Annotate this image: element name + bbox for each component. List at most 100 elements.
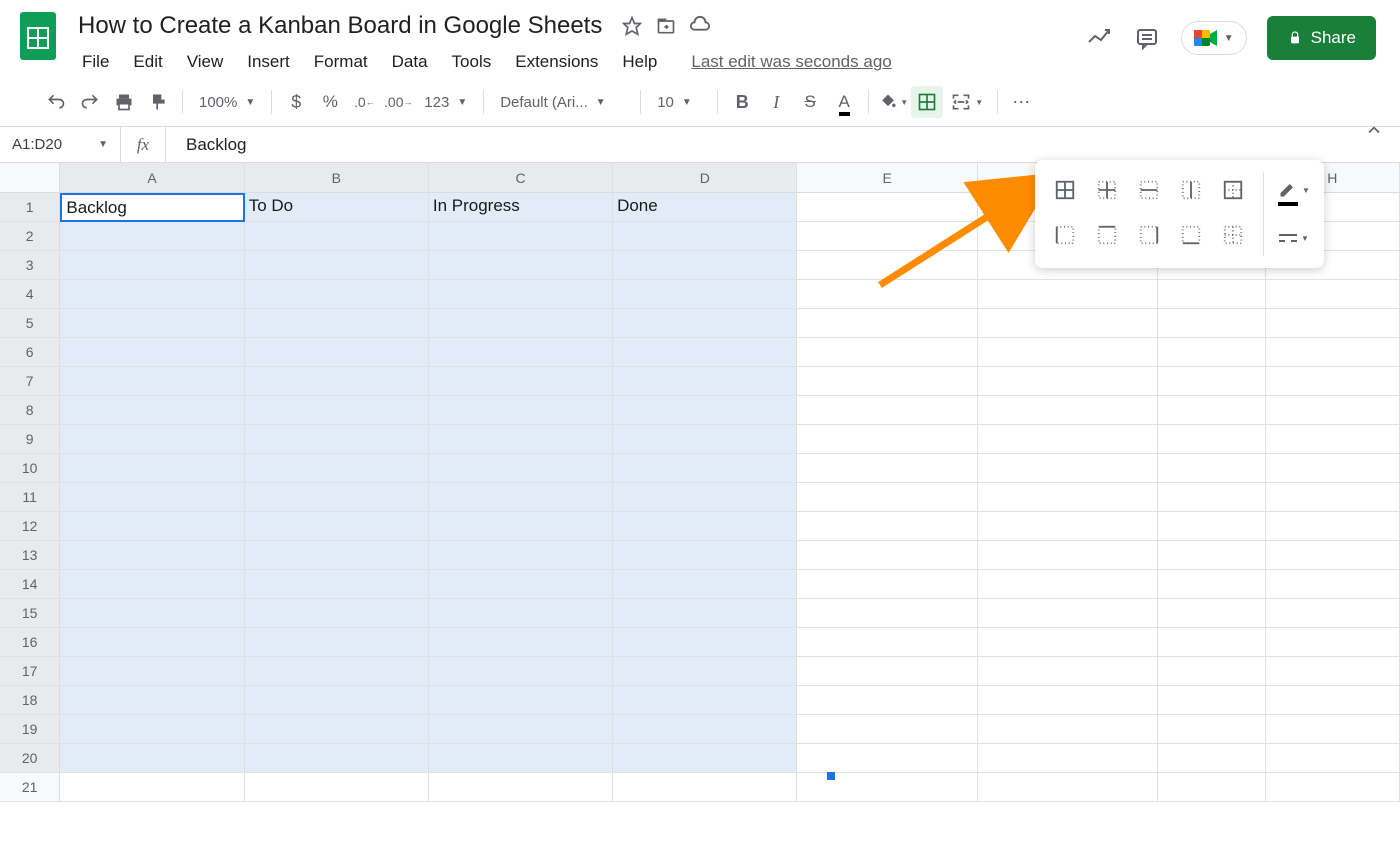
column-header-D[interactable]: D xyxy=(613,163,797,193)
borders-button[interactable] xyxy=(911,86,943,118)
cell-G7[interactable] xyxy=(1158,367,1266,396)
cell-G8[interactable] xyxy=(1158,396,1266,425)
cell-D20[interactable] xyxy=(613,744,797,773)
cloud-status-icon[interactable] xyxy=(688,14,712,38)
cell-B13[interactable] xyxy=(245,541,429,570)
border-inner[interactable] xyxy=(1089,172,1125,208)
column-header-C[interactable]: C xyxy=(429,163,613,193)
share-button[interactable]: Share xyxy=(1267,16,1376,60)
move-icon[interactable] xyxy=(654,14,678,38)
menu-help[interactable]: Help xyxy=(612,46,667,78)
cell-C17[interactable] xyxy=(429,657,613,686)
row-header-2[interactable]: 2 xyxy=(0,222,60,251)
cell-E19[interactable] xyxy=(797,715,977,744)
more-button[interactable]: ⋯ xyxy=(1006,86,1038,118)
name-box[interactable]: A1:D20▼ xyxy=(0,136,120,153)
row-header-10[interactable]: 10 xyxy=(0,454,60,483)
cell-A11[interactable] xyxy=(60,483,244,512)
cell-H14[interactable] xyxy=(1266,570,1400,599)
menu-extensions[interactable]: Extensions xyxy=(505,46,608,78)
cell-F13[interactable] xyxy=(978,541,1158,570)
cell-H20[interactable] xyxy=(1266,744,1400,773)
menu-insert[interactable]: Insert xyxy=(237,46,300,78)
cell-C16[interactable] xyxy=(429,628,613,657)
select-all-corner[interactable] xyxy=(0,163,60,193)
cell-D16[interactable] xyxy=(613,628,797,657)
border-top[interactable] xyxy=(1089,217,1125,253)
font-size-select[interactable]: 10▼ xyxy=(649,94,709,111)
cell-D17[interactable] xyxy=(613,657,797,686)
cell-D5[interactable] xyxy=(613,309,797,338)
cell-E7[interactable] xyxy=(797,367,977,396)
row-header-5[interactable]: 5 xyxy=(0,309,60,338)
cell-A18[interactable] xyxy=(60,686,244,715)
cell-F15[interactable] xyxy=(978,599,1158,628)
cell-G14[interactable] xyxy=(1158,570,1266,599)
cell-A7[interactable] xyxy=(60,367,244,396)
cell-B21[interactable] xyxy=(245,773,429,802)
menu-file[interactable]: File xyxy=(72,46,119,78)
cell-C13[interactable] xyxy=(429,541,613,570)
border-right[interactable] xyxy=(1131,217,1167,253)
border-clear[interactable] xyxy=(1215,217,1251,253)
cell-F16[interactable] xyxy=(978,628,1158,657)
border-bottom[interactable] xyxy=(1173,217,1209,253)
cell-E20[interactable] xyxy=(797,744,977,773)
cell-E5[interactable] xyxy=(797,309,977,338)
italic-button[interactable]: I xyxy=(760,86,792,118)
cell-C3[interactable] xyxy=(429,251,613,280)
cell-H10[interactable] xyxy=(1266,454,1400,483)
activity-icon[interactable] xyxy=(1085,24,1113,52)
currency-button[interactable]: $ xyxy=(280,86,312,118)
cell-D18[interactable] xyxy=(613,686,797,715)
cell-D14[interactable] xyxy=(613,570,797,599)
cell-F17[interactable] xyxy=(978,657,1158,686)
menu-tools[interactable]: Tools xyxy=(442,46,502,78)
cell-E12[interactable] xyxy=(797,512,977,541)
row-header-13[interactable]: 13 xyxy=(0,541,60,570)
cell-G19[interactable] xyxy=(1158,715,1266,744)
cell-E9[interactable] xyxy=(797,425,977,454)
cell-B16[interactable] xyxy=(245,628,429,657)
document-title[interactable]: How to Create a Kanban Board in Google S… xyxy=(72,8,608,44)
cell-B1[interactable]: To Do xyxy=(245,193,429,222)
cell-A6[interactable] xyxy=(60,338,244,367)
cell-A10[interactable] xyxy=(60,454,244,483)
cell-H4[interactable] xyxy=(1266,280,1400,309)
cell-B17[interactable] xyxy=(245,657,429,686)
cell-G9[interactable] xyxy=(1158,425,1266,454)
cell-H8[interactable] xyxy=(1266,396,1400,425)
row-header-20[interactable]: 20 xyxy=(0,744,60,773)
bold-button[interactable]: B xyxy=(726,86,758,118)
cell-G5[interactable] xyxy=(1158,309,1266,338)
decrease-decimal-button[interactable]: .0← xyxy=(348,86,380,118)
cell-C14[interactable] xyxy=(429,570,613,599)
cell-H16[interactable] xyxy=(1266,628,1400,657)
cell-G13[interactable] xyxy=(1158,541,1266,570)
row-header-3[interactable]: 3 xyxy=(0,251,60,280)
cell-D4[interactable] xyxy=(613,280,797,309)
cell-C11[interactable] xyxy=(429,483,613,512)
cell-E11[interactable] xyxy=(797,483,977,512)
cell-E13[interactable] xyxy=(797,541,977,570)
cell-E8[interactable] xyxy=(797,396,977,425)
cell-F7[interactable] xyxy=(978,367,1158,396)
cell-F20[interactable] xyxy=(978,744,1158,773)
strikethrough-button[interactable]: S xyxy=(794,86,826,118)
cell-D19[interactable] xyxy=(613,715,797,744)
menu-view[interactable]: View xyxy=(177,46,234,78)
row-header-4[interactable]: 4 xyxy=(0,280,60,309)
text-color-button[interactable]: A xyxy=(828,86,860,118)
cell-H19[interactable] xyxy=(1266,715,1400,744)
cell-D3[interactable] xyxy=(613,251,797,280)
cell-H17[interactable] xyxy=(1266,657,1400,686)
cell-G15[interactable] xyxy=(1158,599,1266,628)
increase-decimal-button[interactable]: .00→ xyxy=(382,86,414,118)
cell-B14[interactable] xyxy=(245,570,429,599)
cell-F14[interactable] xyxy=(978,570,1158,599)
last-edit-link[interactable]: Last edit was seconds ago xyxy=(691,52,891,72)
cell-F9[interactable] xyxy=(978,425,1158,454)
paint-format-button[interactable] xyxy=(142,86,174,118)
row-header-16[interactable]: 16 xyxy=(0,628,60,657)
cell-C12[interactable] xyxy=(429,512,613,541)
